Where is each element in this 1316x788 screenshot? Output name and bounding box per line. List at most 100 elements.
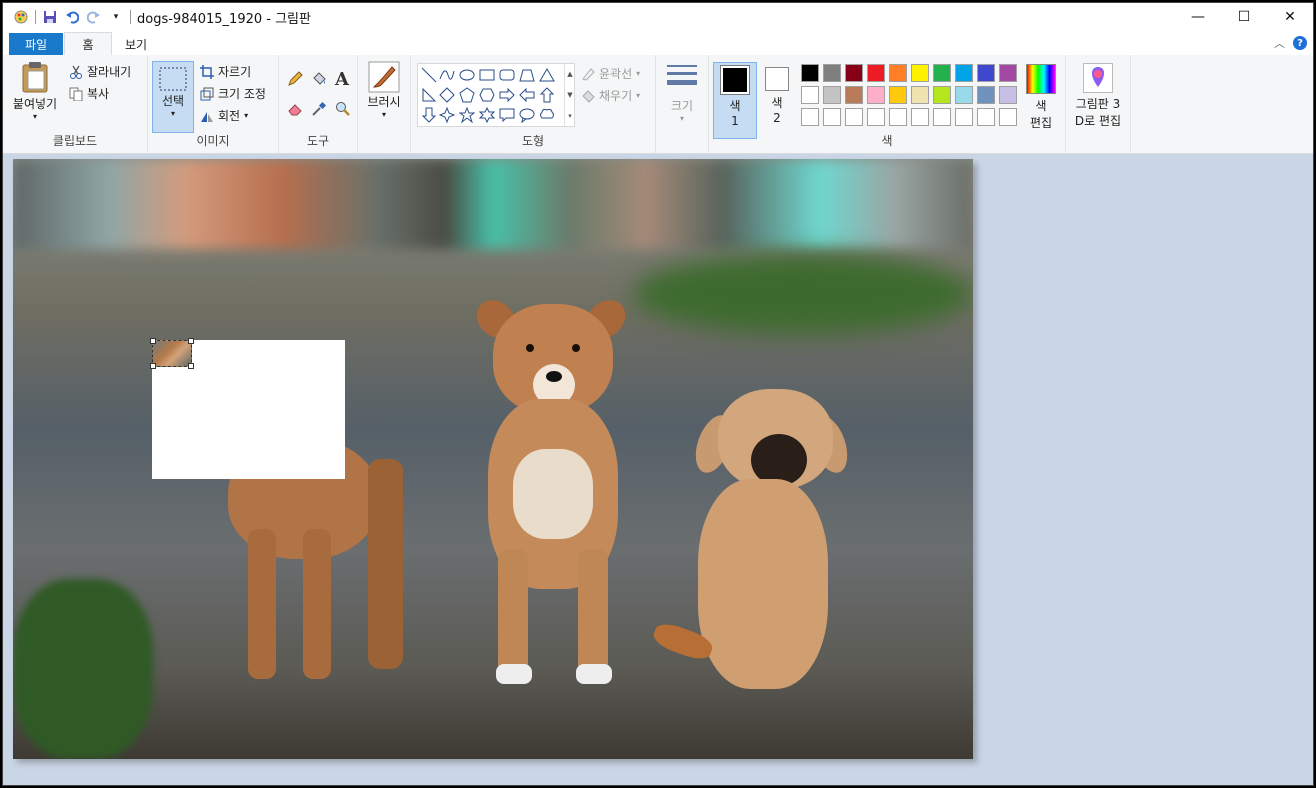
fill-bucket-icon[interactable]: [311, 71, 327, 87]
rotate-button[interactable]: 회전 ▾: [200, 107, 248, 124]
palette-swatch[interactable]: [999, 86, 1017, 104]
text-tool-icon[interactable]: A: [335, 69, 349, 90]
color2-button[interactable]: 색 2: [757, 62, 797, 132]
selection-handle-tl[interactable]: [150, 338, 156, 344]
triangle-shape-icon[interactable]: [538, 66, 556, 84]
edit-with-paint3d-button[interactable]: 그림판 3 D로 편집: [1068, 63, 1128, 133]
fill-dropdown-icon[interactable]: ▾: [636, 91, 640, 100]
palette-swatch[interactable]: [867, 64, 885, 82]
palette-swatch[interactable]: [977, 86, 995, 104]
copy-button[interactable]: 복사: [69, 85, 109, 102]
palette-swatch[interactable]: [823, 108, 841, 126]
brushes-dropdown-icon[interactable]: ▾: [382, 110, 386, 119]
edit-colors-button[interactable]: 색 편집: [1021, 62, 1061, 132]
size-dropdown-icon[interactable]: ▾: [680, 114, 684, 123]
resize-button[interactable]: 크기 조정: [200, 85, 266, 102]
color1-button[interactable]: 색 1: [713, 62, 757, 139]
selection-handle-br[interactable]: [188, 363, 194, 369]
palette-swatch[interactable]: [911, 86, 929, 104]
curve-shape-icon[interactable]: [438, 66, 456, 84]
cloud-callout-icon[interactable]: [538, 106, 556, 124]
scroll-down-icon[interactable]: ▼: [567, 91, 572, 99]
cut-button[interactable]: 잘라내기: [69, 63, 131, 80]
palette-swatch[interactable]: [801, 64, 819, 82]
palette-swatch[interactable]: [823, 64, 841, 82]
shapes-scroll[interactable]: ▲ ▼ ▾: [564, 64, 575, 126]
palette-swatch[interactable]: [889, 64, 907, 82]
oval-callout-icon[interactable]: [518, 106, 536, 124]
collapse-ribbon-icon[interactable]: ︿: [1274, 35, 1285, 51]
fill-button[interactable]: 채우기 ▾: [581, 87, 640, 104]
right-triangle-shape-icon[interactable]: [420, 86, 438, 104]
down-arrow-shape-icon[interactable]: [420, 106, 438, 124]
rectangle-shape-icon[interactable]: [478, 66, 496, 84]
undo-icon[interactable]: [64, 9, 80, 25]
hexagon-shape-icon[interactable]: [478, 86, 496, 104]
five-point-star-icon[interactable]: [458, 106, 476, 124]
save-icon[interactable]: [42, 9, 58, 25]
diamond-shape-icon[interactable]: [438, 86, 456, 104]
paste-dropdown-icon[interactable]: ▾: [33, 112, 37, 121]
palette-swatch[interactable]: [845, 86, 863, 104]
palette-swatch[interactable]: [977, 108, 995, 126]
rect-callout-icon[interactable]: [498, 106, 516, 124]
maximize-button[interactable]: ☐: [1221, 3, 1267, 31]
palette-swatch[interactable]: [823, 86, 841, 104]
outline-button[interactable]: 윤곽선 ▾: [581, 65, 640, 82]
tab-file[interactable]: 파일: [9, 33, 63, 55]
eraser-icon[interactable]: [287, 101, 303, 117]
palette-swatch[interactable]: [889, 86, 907, 104]
rounded-rect-shape-icon[interactable]: [498, 66, 516, 84]
six-point-star-icon[interactable]: [478, 106, 496, 124]
palette-swatch[interactable]: [867, 86, 885, 104]
pentagon-shape-icon[interactable]: [458, 86, 476, 104]
brushes-button[interactable]: 브러시 ▾: [362, 61, 406, 131]
size-button[interactable]: 크기 ▾: [662, 61, 702, 131]
palette-swatch[interactable]: [801, 86, 819, 104]
color-picker-icon[interactable]: [311, 101, 327, 117]
palette-swatch[interactable]: [867, 108, 885, 126]
palette-swatch[interactable]: [911, 64, 929, 82]
close-button[interactable]: ✕: [1267, 3, 1313, 31]
polygon-shape-icon[interactable]: [518, 66, 536, 84]
palette-swatch[interactable]: [933, 86, 951, 104]
expand-gallery-icon[interactable]: ▾: [568, 112, 572, 120]
palette-swatch[interactable]: [933, 108, 951, 126]
select-dropdown-icon[interactable]: ▾: [171, 109, 175, 118]
palette-swatch[interactable]: [977, 64, 995, 82]
help-icon[interactable]: ?: [1293, 36, 1307, 50]
scroll-up-icon[interactable]: ▲: [567, 70, 572, 78]
palette-swatch[interactable]: [911, 108, 929, 126]
tab-view[interactable]: 보기: [113, 33, 159, 55]
four-point-star-icon[interactable]: [438, 106, 456, 124]
palette-swatch[interactable]: [801, 108, 819, 126]
crop-button[interactable]: 자르기: [200, 63, 251, 80]
magnifier-icon[interactable]: [335, 101, 351, 117]
paste-button[interactable]: 붙여넣기 ▾: [9, 61, 61, 131]
palette-swatch[interactable]: [845, 108, 863, 126]
select-button[interactable]: 선택 ▾: [152, 61, 194, 133]
minimize-button[interactable]: —: [1175, 3, 1221, 31]
palette-swatch[interactable]: [955, 108, 973, 126]
drawing-canvas[interactable]: [13, 159, 973, 759]
palette-swatch[interactable]: [955, 86, 973, 104]
right-arrow-shape-icon[interactable]: [498, 86, 516, 104]
redo-icon[interactable]: [86, 9, 102, 25]
palette-swatch[interactable]: [999, 64, 1017, 82]
oval-shape-icon[interactable]: [458, 66, 476, 84]
left-arrow-shape-icon[interactable]: [518, 86, 536, 104]
up-arrow-shape-icon[interactable]: [538, 86, 556, 104]
tab-home[interactable]: 홈: [64, 32, 112, 55]
line-shape-icon[interactable]: [420, 66, 438, 84]
palette-swatch[interactable]: [955, 64, 973, 82]
selection-handle-tr[interactable]: [188, 338, 194, 344]
palette-swatch[interactable]: [845, 64, 863, 82]
palette-swatch[interactable]: [889, 108, 907, 126]
rotate-dropdown-icon[interactable]: ▾: [244, 111, 248, 120]
pencil-icon[interactable]: [287, 71, 303, 87]
palette-swatch[interactable]: [933, 64, 951, 82]
customize-qat-icon[interactable]: ▾: [108, 9, 124, 25]
palette-swatch[interactable]: [999, 108, 1017, 126]
outline-dropdown-icon[interactable]: ▾: [636, 69, 640, 78]
selection-box[interactable]: [150, 338, 194, 369]
